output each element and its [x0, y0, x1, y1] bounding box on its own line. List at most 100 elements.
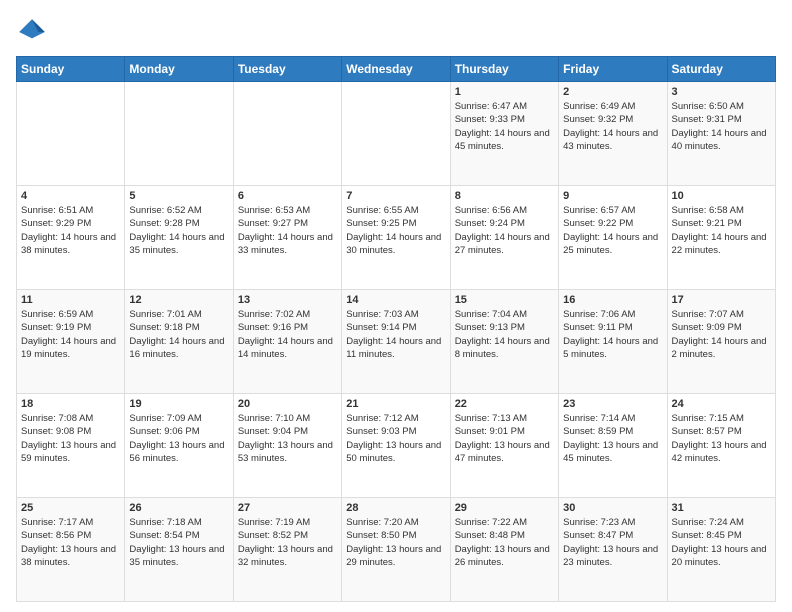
calendar-cell: 16 Sunrise: 7:06 AM Sunset: 9:11 PM Dayli… [559, 290, 667, 394]
calendar-cell: 17 Sunrise: 7:07 AM Sunset: 9:09 PM Dayli… [667, 290, 775, 394]
day-number: 11 [21, 294, 120, 306]
day-number: 31 [672, 502, 771, 514]
logo [16, 16, 52, 48]
calendar-week: 4 Sunrise: 6:51 AM Sunset: 9:29 PM Daylig… [17, 186, 776, 290]
day-info: Sunrise: 6:51 AM Sunset: 9:29 PM Dayligh… [21, 204, 120, 257]
day-info: Sunrise: 6:50 AM Sunset: 9:31 PM Dayligh… [672, 100, 771, 153]
day-number: 29 [455, 502, 554, 514]
day-number: 1 [455, 86, 554, 98]
calendar-cell: 9 Sunrise: 6:57 AM Sunset: 9:22 PM Daylig… [559, 186, 667, 290]
calendar-cell: 27Sunrise: 7:19 AM Sunset: 8:52 PM Dayli… [233, 498, 341, 602]
day-number: 5 [129, 190, 228, 202]
day-info: Sunrise: 7:08 AM Sunset: 9:08 PM Dayligh… [21, 412, 120, 465]
day-number: 4 [21, 190, 120, 202]
day-info: Sunrise: 6:55 AM Sunset: 9:25 PM Dayligh… [346, 204, 445, 257]
calendar-cell: 18 Sunrise: 7:08 AM Sunset: 9:08 PM Dayli… [17, 394, 125, 498]
day-info: Sunrise: 7:14 AM Sunset: 8:59 PM Dayligh… [563, 412, 662, 465]
calendar-cell: 20 Sunrise: 7:10 AM Sunset: 9:04 PM Dayli… [233, 394, 341, 498]
day-number: 20 [238, 398, 337, 410]
day-info: Sunrise: 6:53 AM Sunset: 9:27 PM Dayligh… [238, 204, 337, 257]
day-number: 25 [21, 502, 120, 514]
day-number: 6 [238, 190, 337, 202]
day-number: 21 [346, 398, 445, 410]
day-number: 16 [563, 294, 662, 306]
calendar-cell: 21 Sunrise: 7:12 AM Sunset: 9:03 PM Dayli… [342, 394, 450, 498]
header-day: Thursday [450, 57, 558, 82]
calendar-week: 1 Sunrise: 6:47 AM Sunset: 9:33 PM Daylig… [17, 82, 776, 186]
day-info: Sunrise: 7:12 AM Sunset: 9:03 PM Dayligh… [346, 412, 445, 465]
header-day: Wednesday [342, 57, 450, 82]
day-info: Sunrise: 7:23 AM Sunset: 8:47 PM Dayligh… [563, 516, 662, 569]
calendar: SundayMondayTuesdayWednesdayThursdayFrid… [16, 56, 776, 602]
calendar-cell [342, 82, 450, 186]
calendar-cell: 28 Sunrise: 7:20 AM Sunset: 8:50 PM Dayli… [342, 498, 450, 602]
calendar-cell: 19Sunrise: 7:09 AM Sunset: 9:06 PM Dayli… [125, 394, 233, 498]
calendar-week: 18 Sunrise: 7:08 AM Sunset: 9:08 PM Dayli… [17, 394, 776, 498]
header-day: Saturday [667, 57, 775, 82]
day-info: Sunrise: 7:07 AM Sunset: 9:09 PM Dayligh… [672, 308, 771, 361]
day-number: 2 [563, 86, 662, 98]
calendar-cell: 7 Sunrise: 6:55 AM Sunset: 9:25 PM Daylig… [342, 186, 450, 290]
calendar-cell: 13 Sunrise: 7:02 AM Sunset: 9:16 PM Dayli… [233, 290, 341, 394]
calendar-cell [233, 82, 341, 186]
day-info: Sunrise: 7:15 AM Sunset: 8:57 PM Dayligh… [672, 412, 771, 465]
calendar-cell: 5 Sunrise: 6:52 AM Sunset: 9:28 PM Daylig… [125, 186, 233, 290]
calendar-cell: 6 Sunrise: 6:53 AM Sunset: 9:27 PM Daylig… [233, 186, 341, 290]
calendar-cell [125, 82, 233, 186]
calendar-cell: 29Sunrise: 7:22 AM Sunset: 8:48 PM Dayli… [450, 498, 558, 602]
day-number: 17 [672, 294, 771, 306]
day-info: Sunrise: 7:03 AM Sunset: 9:14 PM Dayligh… [346, 308, 445, 361]
calendar-cell: 23 Sunrise: 7:14 AM Sunset: 8:59 PM Dayli… [559, 394, 667, 498]
calendar-cell: 11 Sunrise: 6:59 AM Sunset: 9:19 PM Dayli… [17, 290, 125, 394]
day-number: 28 [346, 502, 445, 514]
day-info: Sunrise: 6:56 AM Sunset: 9:24 PM Dayligh… [455, 204, 554, 257]
header-day: Tuesday [233, 57, 341, 82]
day-number: 8 [455, 190, 554, 202]
day-info: Sunrise: 6:52 AM Sunset: 9:28 PM Dayligh… [129, 204, 228, 257]
day-number: 24 [672, 398, 771, 410]
calendar-cell: 15Sunrise: 7:04 AM Sunset: 9:13 PM Dayli… [450, 290, 558, 394]
day-info: Sunrise: 6:57 AM Sunset: 9:22 PM Dayligh… [563, 204, 662, 257]
calendar-cell: 2Sunrise: 6:49 AM Sunset: 9:32 PM Daylig… [559, 82, 667, 186]
day-info: Sunrise: 7:02 AM Sunset: 9:16 PM Dayligh… [238, 308, 337, 361]
day-number: 22 [455, 398, 554, 410]
day-number: 27 [238, 502, 337, 514]
day-info: Sunrise: 7:06 AM Sunset: 9:11 PM Dayligh… [563, 308, 662, 361]
header-day: Friday [559, 57, 667, 82]
calendar-table: SundayMondayTuesdayWednesdayThursdayFrid… [16, 56, 776, 602]
calendar-cell: 26 Sunrise: 7:18 AM Sunset: 8:54 PM Dayli… [125, 498, 233, 602]
day-info: Sunrise: 7:10 AM Sunset: 9:04 PM Dayligh… [238, 412, 337, 465]
header-row: SundayMondayTuesdayWednesdayThursdayFrid… [17, 57, 776, 82]
header-day: Monday [125, 57, 233, 82]
day-number: 12 [129, 294, 228, 306]
day-info: Sunrise: 6:47 AM Sunset: 9:33 PM Dayligh… [455, 100, 554, 153]
calendar-cell: 30Sunrise: 7:23 AM Sunset: 8:47 PM Dayli… [559, 498, 667, 602]
calendar-cell: 22Sunrise: 7:13 AM Sunset: 9:01 PM Dayli… [450, 394, 558, 498]
calendar-cell: 14Sunrise: 7:03 AM Sunset: 9:14 PM Dayli… [342, 290, 450, 394]
day-info: Sunrise: 7:18 AM Sunset: 8:54 PM Dayligh… [129, 516, 228, 569]
day-info: Sunrise: 7:20 AM Sunset: 8:50 PM Dayligh… [346, 516, 445, 569]
day-info: Sunrise: 7:24 AM Sunset: 8:45 PM Dayligh… [672, 516, 771, 569]
day-number: 18 [21, 398, 120, 410]
day-number: 3 [672, 86, 771, 98]
day-number: 26 [129, 502, 228, 514]
calendar-cell: 31 Sunrise: 7:24 AM Sunset: 8:45 PM Dayli… [667, 498, 775, 602]
calendar-cell: 3 Sunrise: 6:50 AM Sunset: 9:31 PM Daylig… [667, 82, 775, 186]
calendar-header: SundayMondayTuesdayWednesdayThursdayFrid… [17, 57, 776, 82]
calendar-cell: 1 Sunrise: 6:47 AM Sunset: 9:33 PM Daylig… [450, 82, 558, 186]
logo-icon [16, 16, 48, 48]
calendar-week: 11 Sunrise: 6:59 AM Sunset: 9:19 PM Dayli… [17, 290, 776, 394]
day-number: 9 [563, 190, 662, 202]
day-number: 10 [672, 190, 771, 202]
calendar-cell: 25 Sunrise: 7:17 AM Sunset: 8:56 PM Dayli… [17, 498, 125, 602]
day-info: Sunrise: 6:59 AM Sunset: 9:19 PM Dayligh… [21, 308, 120, 361]
day-info: Sunrise: 6:58 AM Sunset: 9:21 PM Dayligh… [672, 204, 771, 257]
day-info: Sunrise: 7:09 AM Sunset: 9:06 PM Dayligh… [129, 412, 228, 465]
day-info: Sunrise: 7:17 AM Sunset: 8:56 PM Dayligh… [21, 516, 120, 569]
day-number: 7 [346, 190, 445, 202]
calendar-cell: 10 Sunrise: 6:58 AM Sunset: 9:21 PM Dayli… [667, 186, 775, 290]
day-number: 15 [455, 294, 554, 306]
calendar-cell: 8 Sunrise: 6:56 AM Sunset: 9:24 PM Daylig… [450, 186, 558, 290]
day-number: 23 [563, 398, 662, 410]
day-number: 13 [238, 294, 337, 306]
